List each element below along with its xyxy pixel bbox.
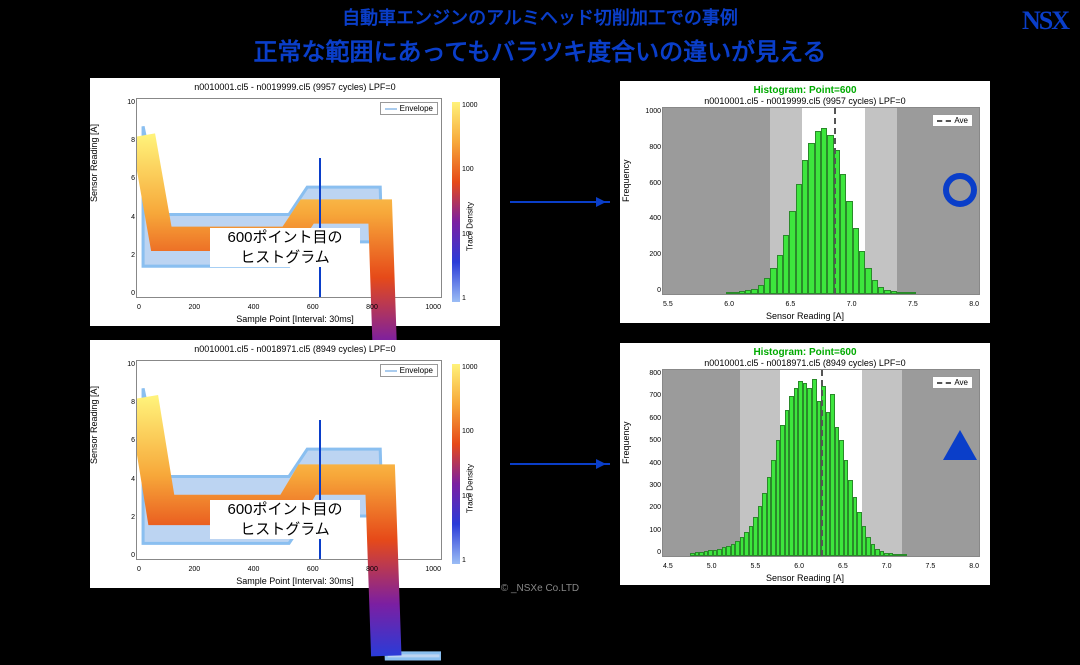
hist-y-ticks: 02004006008001000: [637, 108, 661, 294]
hist-x-ticks: 4.55.05.56.06.57.07.58.0: [663, 563, 979, 570]
trace-density-chart-top: n0010001.cl5 - n0019999.cl5 (9957 cycles…: [90, 78, 500, 326]
arrow-icon: [510, 201, 610, 203]
dashed-swatch-icon: [937, 120, 951, 122]
marker-line-600: [319, 158, 321, 297]
hist-legend-ave: Ave: [932, 376, 973, 389]
histogram-bars: [663, 108, 979, 294]
histogram-bar: [910, 292, 916, 294]
legend-swatch: [385, 370, 397, 372]
brand-logo: NSX: [1022, 6, 1068, 36]
x-ticks: 02004006008001000: [137, 304, 441, 311]
legend-label: Envelope: [400, 366, 433, 375]
colorbar-label: Trace Density: [466, 202, 475, 251]
plot-area: 02004006008001000 0246810: [136, 360, 442, 560]
arrow-icon: [510, 463, 610, 465]
y-axis-label: Sensor Reading [A]: [89, 124, 99, 202]
legend-envelope: Envelope: [380, 364, 438, 377]
hist-legend-ave: Ave: [932, 114, 973, 127]
mean-line: [821, 370, 823, 556]
hist-x-label: Sensor Reading [A]: [620, 573, 990, 583]
status-caution-icon: [943, 430, 977, 464]
y-axis-label: Sensor Reading [A]: [89, 386, 99, 464]
y-ticks: 0246810: [111, 99, 135, 297]
chart-row-top: n0010001.cl5 - n0019999.cl5 (9957 cycles…: [90, 78, 990, 326]
hist-y-label: Frequency: [621, 421, 631, 464]
histogram-chart-top: Histogram: Point=600 n0010001.cl5 - n001…: [620, 81, 990, 323]
page-subtitle: 自動車エンジンのアルミヘッド切削加工での事例: [0, 4, 1080, 30]
trace-density-chart-bottom: n0010001.cl5 - n0018971.cl5 (8949 cycles…: [90, 340, 500, 588]
hist-plot-area: Ave 5.56.06.57.07.58.0 02004006008001000: [662, 107, 980, 295]
mean-line: [834, 108, 836, 294]
page-title: 正常な範囲にあってもバラツキ度合いの違いが見える: [0, 32, 1080, 67]
dashed-swatch-icon: [937, 382, 951, 384]
hist-x-ticks: 5.56.06.57.07.58.0: [663, 301, 979, 308]
status-good-icon: [943, 173, 977, 207]
legend-label: Envelope: [400, 104, 433, 113]
plot-area: 02004006008001000 0246810: [136, 98, 442, 298]
hist-title: Histogram: Point=600 n0010001.cl5 - n001…: [620, 81, 990, 106]
copyright-text: © _NSXe Co.LTD: [0, 583, 1080, 594]
histogram-bar: [902, 554, 907, 556]
y-ticks: 0246810: [111, 361, 135, 559]
colorbar: [452, 364, 460, 564]
chart-row-bottom: n0010001.cl5 - n0018971.cl5 (8949 cycles…: [90, 340, 990, 588]
histogram-chart-bottom: Histogram: Point=600 n0010001.cl5 - n001…: [620, 343, 990, 585]
hist-y-ticks: 0100200300400500600700800: [637, 370, 661, 556]
hist-x-label: Sensor Reading [A]: [620, 311, 990, 321]
trace-envelope-svg: [137, 361, 441, 665]
chart-title: n0010001.cl5 - n0019999.cl5 (9957 cycles…: [90, 78, 500, 92]
legend-swatch: [385, 108, 397, 110]
x-ticks: 02004006008001000: [137, 566, 441, 573]
colorbar: [452, 102, 460, 302]
hist-plot-area: Ave 4.55.05.56.06.57.07.58.0 01002003004…: [662, 369, 980, 557]
hist-title: Histogram: Point=600 n0010001.cl5 - n001…: [620, 343, 990, 368]
x-axis-label: Sample Point [Interval: 30ms]: [90, 314, 500, 324]
chart-title: n0010001.cl5 - n0018971.cl5 (8949 cycles…: [90, 340, 500, 354]
marker-line-600: [319, 420, 321, 559]
colorbar-label: Trace Density: [466, 464, 475, 513]
legend-envelope: Envelope: [380, 102, 438, 115]
hist-y-label: Frequency: [621, 159, 631, 202]
